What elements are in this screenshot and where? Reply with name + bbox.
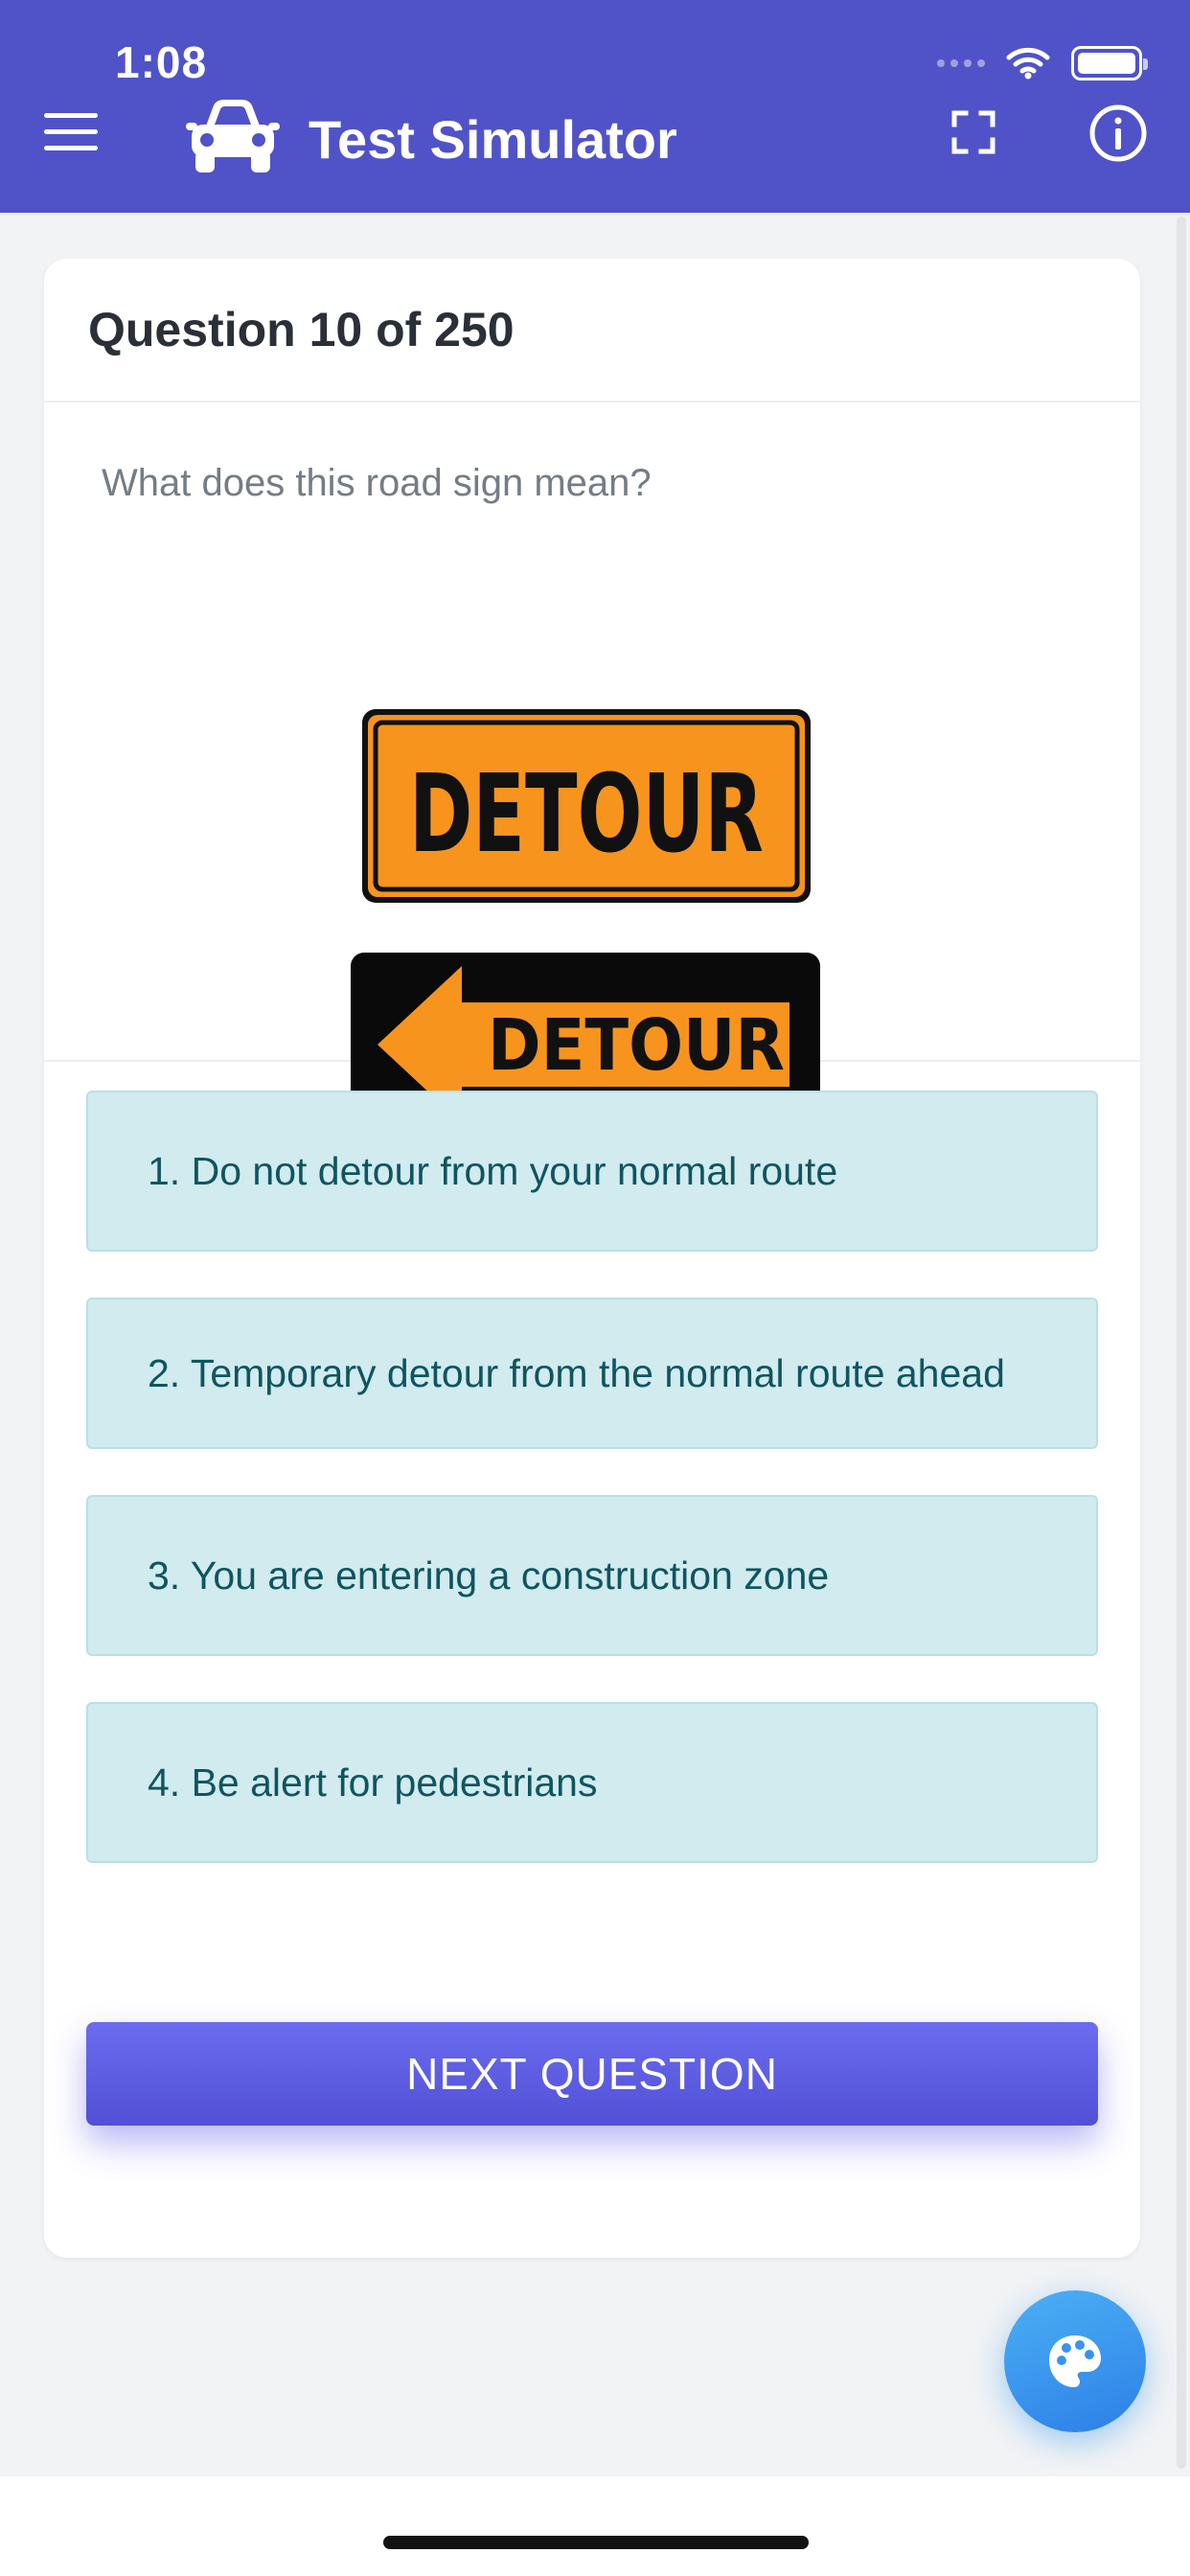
status-icons xyxy=(937,44,1148,82)
detour-arrow-sign-text: DETOUR xyxy=(488,1004,785,1087)
answer-option-4[interactable]: 4. Be alert for pedestrians xyxy=(86,1702,1098,1863)
question-card: Question 10 of 250 What does this road s… xyxy=(44,259,1140,2258)
menu-button[interactable] xyxy=(44,113,98,155)
answer-option-2[interactable]: 2. Temporary detour from the normal rout… xyxy=(86,1298,1098,1449)
fullscreen-icon[interactable] xyxy=(949,107,998,157)
answer-option-3[interactable]: 3. You are entering a construction zone xyxy=(86,1495,1098,1656)
card-header: Question 10 of 250 xyxy=(44,259,1140,402)
answer-list: 1. Do not detour from your normal route … xyxy=(86,1091,1098,1909)
wifi-icon xyxy=(1006,47,1050,80)
question-area: What does this road sign mean? DETOUR DE… xyxy=(44,402,1140,1137)
battery-icon xyxy=(1071,46,1148,80)
detour-sign-image: DETOUR xyxy=(362,709,811,903)
detour-sign-text: DETOUR xyxy=(409,752,764,877)
status-time: 1:08 xyxy=(115,37,208,87)
next-question-button[interactable]: NEXT QUESTION xyxy=(86,2022,1098,2126)
app-title: Test Simulator xyxy=(309,109,677,170)
home-indicator[interactable] xyxy=(383,2536,809,2549)
question-text: What does this road sign mean? xyxy=(102,462,652,504)
bottom-safe-area xyxy=(0,2476,1190,2576)
app-header: 1:08 Test Simulator xyxy=(0,0,1190,213)
info-icon[interactable] xyxy=(1088,104,1148,163)
car-icon xyxy=(186,100,280,172)
palette-icon xyxy=(1049,2335,1101,2387)
answer-option-1[interactable]: 1. Do not detour from your normal route xyxy=(86,1091,1098,1252)
scrollbar[interactable] xyxy=(1177,217,1186,2469)
cellular-signal-icon xyxy=(937,59,985,67)
question-counter: Question 10 of 250 xyxy=(88,303,515,356)
theme-palette-button[interactable] xyxy=(1004,2290,1146,2432)
menu-icon xyxy=(44,113,98,118)
